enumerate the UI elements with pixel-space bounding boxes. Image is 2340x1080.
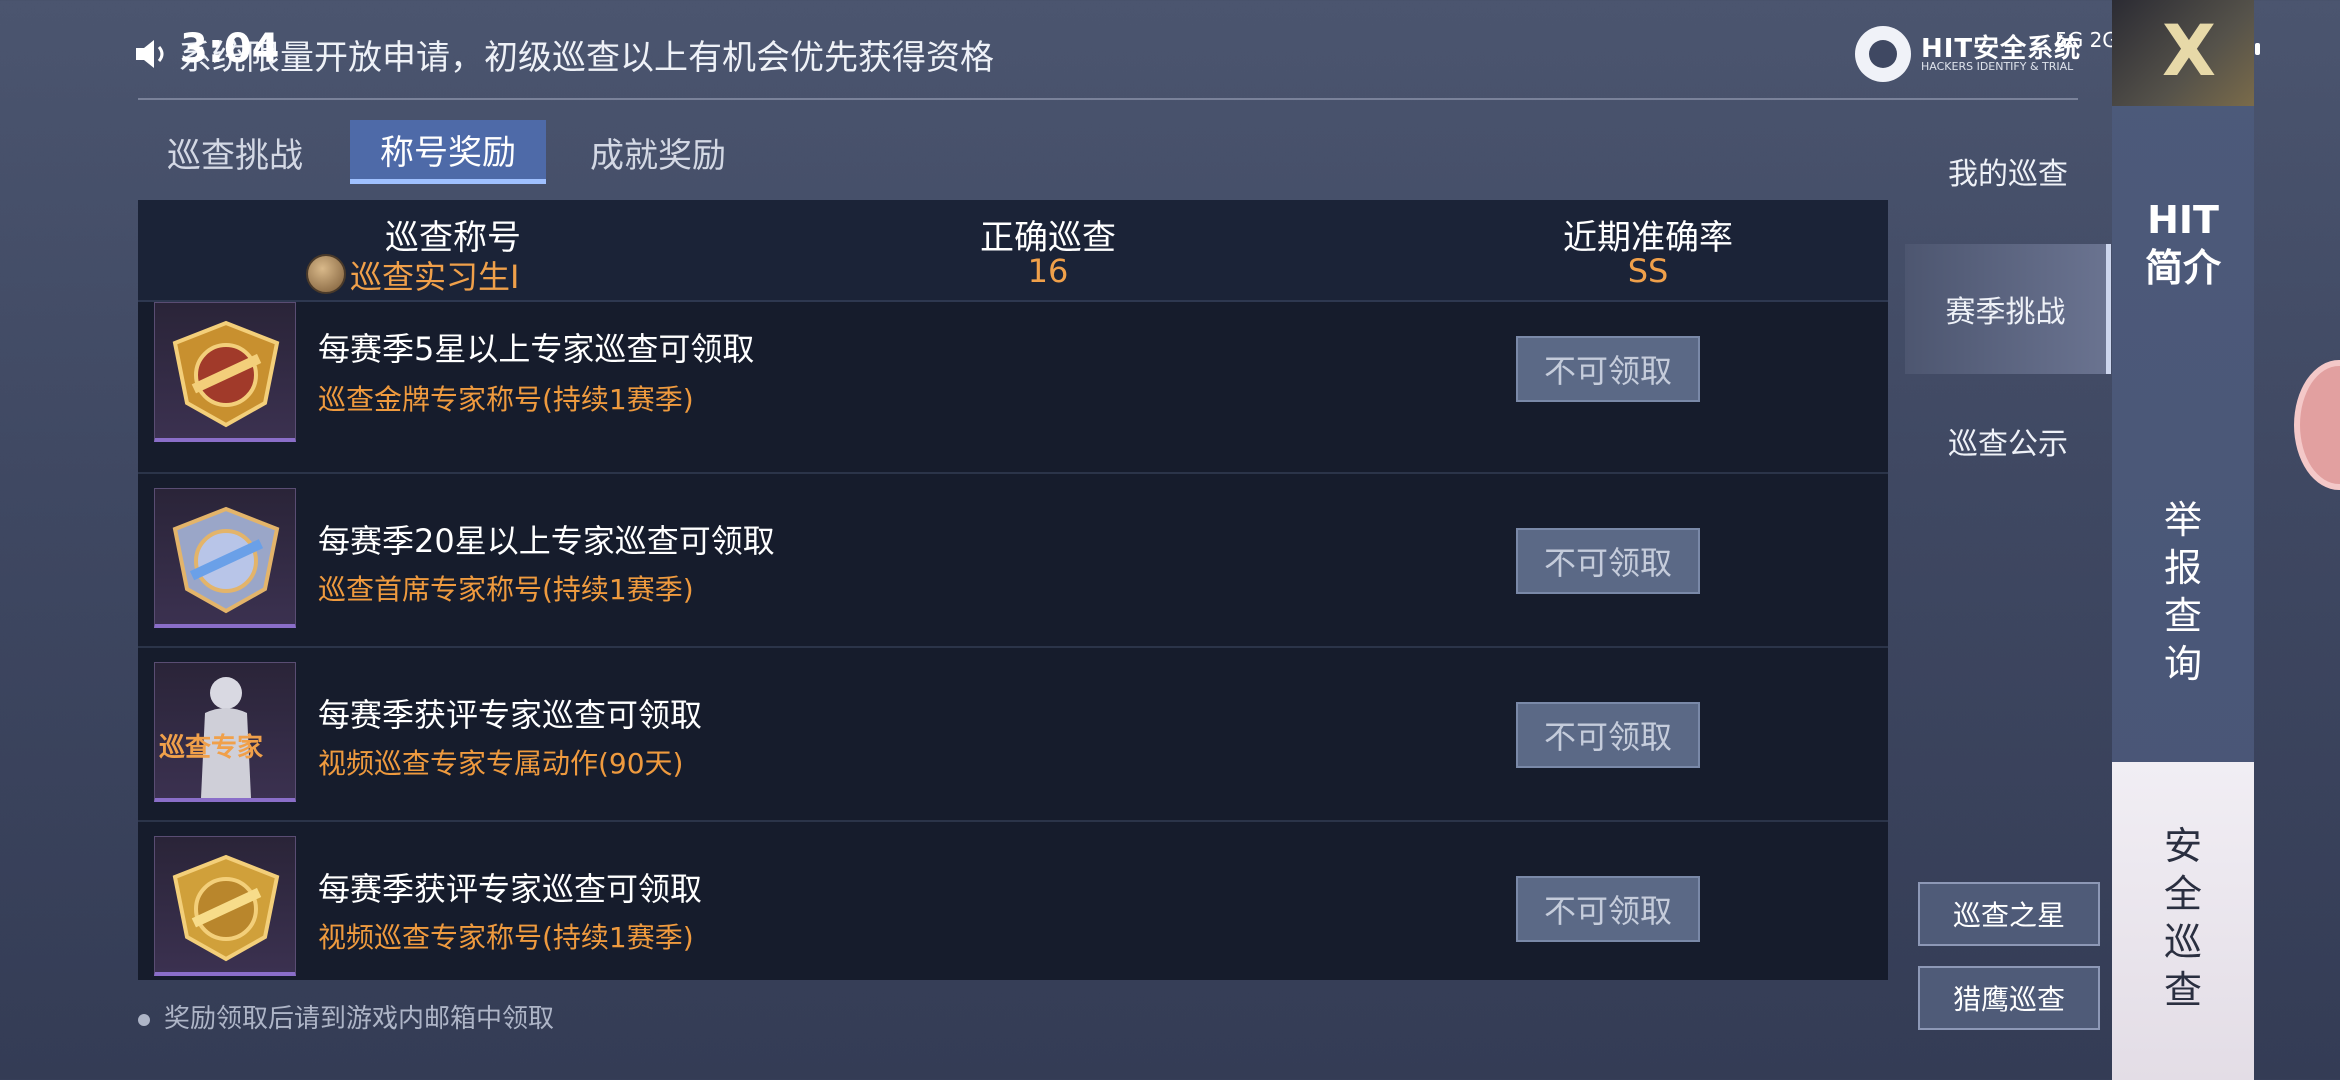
rewards-table: 巡查称号 巡查实习生I 正确巡查 16 近期准确率 SS 每赛季5星以上专家巡查…	[138, 200, 1888, 980]
bullet-icon	[138, 1013, 150, 1026]
expert-emote-text: 巡查专家	[159, 733, 264, 763]
reward-name: 视频巡查专家称号(持续1赛季)	[318, 921, 694, 954]
footnote: 奖励领取后请到游戏内邮箱中领取	[138, 998, 554, 1035]
nav-report-query-label: 举报查询	[2163, 498, 2202, 686]
nav-security-patrol-label: 安全巡查	[2163, 824, 2202, 1012]
speaker-icon	[136, 40, 164, 68]
reward-title: 每赛季20星以上专家巡查可领取	[318, 522, 775, 560]
silver-rifle-badge-icon	[154, 488, 296, 628]
reward-name: 巡查金牌专家称号(持续1赛季)	[318, 383, 694, 416]
tab-patrol-challenge[interactable]: 巡查挑战	[150, 120, 320, 184]
announcement-marquee: 系统限量开放申请，初级巡查以上有机会优先获得资格	[178, 38, 994, 78]
eagle-patrol-button[interactable]: 猎鹰巡查	[1918, 966, 2100, 1030]
nav-report-query[interactable]: 举报查询	[2112, 496, 2254, 688]
nav-hit-intro-label: HIT简介	[2144, 198, 2221, 290]
accuracy-value: SS	[1627, 252, 1669, 290]
expert-emote-icon: 巡查专家	[154, 662, 296, 802]
divider	[138, 98, 2078, 100]
reward-row: 每赛季20星以上专家巡查可领取 巡查首席专家称号(持续1赛季) 不可领取	[138, 474, 1888, 648]
tab-achievement-rewards[interactable]: 成就奖励	[572, 120, 744, 184]
claim-button[interactable]: 不可领取	[1516, 528, 1700, 594]
reward-title: 每赛季获评专家巡查可领取	[318, 696, 703, 734]
nav-security-patrol[interactable]: 安全巡查	[2112, 762, 2254, 1080]
patrol-star-button[interactable]: 巡查之星	[1918, 882, 2100, 946]
nav-hit-intro[interactable]: HIT简介	[2112, 196, 2254, 292]
status-time: 3:04	[180, 26, 280, 72]
gold-rifle-badge-icon	[154, 836, 296, 976]
reward-row: 巡查专家 每赛季获评专家巡查可领取 视频巡查专家专属动作(90天) 不可领取	[138, 648, 1888, 822]
correct-value: 16	[1027, 252, 1069, 290]
submenu-patrol-notice[interactable]: 巡查公示	[1905, 398, 2111, 484]
reward-title: 每赛季获评专家巡查可领取	[318, 870, 703, 908]
reward-row: 每赛季获评专家巡查可领取 视频巡查专家称号(持续1赛季) 不可领取	[138, 822, 1888, 980]
claim-button[interactable]: 不可领取	[1516, 876, 1700, 942]
corner-logo-icon: X	[2112, 0, 2254, 106]
claim-button[interactable]: 不可领取	[1516, 702, 1700, 768]
reward-name: 巡查首席专家称号(持续1赛季)	[318, 573, 694, 606]
submenu-my-patrol[interactable]: 我的巡查	[1905, 128, 2111, 214]
reward-title: 每赛季5星以上专家巡查可领取	[318, 330, 755, 368]
title-value: 巡查实习生I	[350, 258, 520, 296]
reward-row: 每赛季5星以上专家巡查可领取 巡查金牌专家称号(持续1赛季) 不可领取	[138, 302, 1888, 474]
summary-header: 巡查称号 巡查实习生I 正确巡查 16 近期准确率 SS	[138, 200, 1888, 302]
brand-subtitle: HACKERS IDENTIFY & TRIAL	[1921, 60, 2074, 73]
floating-assistant-icon[interactable]	[2294, 360, 2340, 490]
reward-name: 视频巡查专家专属动作(90天)	[318, 747, 684, 780]
submenu-season-challenge[interactable]: 赛季挑战	[1905, 244, 2111, 374]
rank-coin-icon	[306, 254, 346, 294]
hit-logo-icon	[1855, 26, 1911, 82]
footnote-text: 奖励领取后请到游戏内邮箱中领取	[164, 1004, 555, 1034]
gold-rifle-badge-icon	[154, 302, 296, 442]
network-indicator: 5G 2G	[2055, 28, 2118, 52]
tab-title-rewards[interactable]: 称号奖励	[350, 120, 546, 184]
claim-button[interactable]: 不可领取	[1516, 336, 1700, 402]
